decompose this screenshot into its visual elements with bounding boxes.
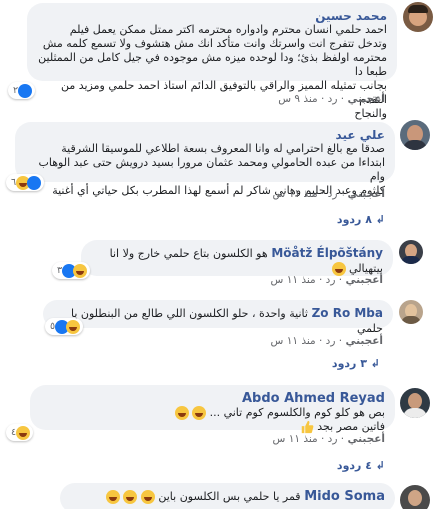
comment-bubble: Zo Ro Mba ثانية واحدة ، حلو الكلسون اللي… — [43, 300, 393, 335]
like-link[interactable]: أعجبني — [345, 274, 383, 286]
laughing-emoji-icon — [140, 490, 155, 504]
view-replies-link[interactable]: ↲ ٤ ردود — [337, 459, 385, 472]
reply-link[interactable]: رد — [328, 93, 338, 105]
avatar[interactable] — [399, 240, 423, 264]
view-replies-link[interactable]: ↲ ٨ ردود — [337, 213, 385, 226]
timestamp[interactable]: منذ ٩ س — [278, 93, 317, 105]
laughing-emoji-icon — [174, 406, 189, 420]
comment-bubble: علي عيد صدقا مع بالغ احترامي له وانا الم… — [15, 122, 395, 197]
reaction-summary[interactable]: ٣ — [52, 262, 91, 279]
laughing-emoji-icon — [123, 490, 138, 504]
comment-author[interactable]: Abdo Ahmed Reyad — [40, 391, 385, 406]
avatar[interactable] — [400, 485, 430, 509]
thumbs-up-emoji-icon — [301, 420, 314, 434]
comment-text: قمر يا حلمي بس الكلسون باين — [105, 490, 301, 504]
avatar[interactable] — [400, 120, 430, 150]
reply-link[interactable]: رد — [326, 274, 336, 286]
like-link[interactable]: أعجبني — [347, 188, 385, 200]
comment-actions: أعجبني · رد · منذ ١١ س — [270, 335, 383, 347]
timestamp[interactable]: منذ ١١ س — [271, 274, 316, 286]
reply-arrow-icon: ↲ — [375, 459, 385, 472]
comment-text: بص هو كلو كوم والكلسوم كوم تاني ... فاتي… — [40, 406, 385, 434]
laughing-emoji-icon — [105, 490, 120, 504]
reply-arrow-icon: ↲ — [370, 357, 380, 370]
comment-author[interactable]: علي عيد — [25, 128, 385, 142]
reaction-summary[interactable]: ٦ — [6, 174, 45, 191]
reaction-summary[interactable]: ٥ — [45, 318, 84, 335]
comment-actions: أعجبني · رد · منذ ١١ س — [270, 274, 383, 286]
reaction-summary[interactable]: ٤ — [6, 424, 34, 441]
haha-reaction-icon — [73, 263, 88, 278]
view-replies-link[interactable]: ↲ ٣ ردود — [332, 357, 380, 370]
reply-link[interactable]: رد — [328, 188, 338, 200]
like-reaction-icon — [18, 83, 33, 98]
reply-arrow-icon: ↲ — [375, 213, 385, 226]
timestamp[interactable]: منذ ١١ س — [271, 335, 316, 347]
reply-link[interactable]: رد — [328, 433, 338, 445]
comment-author[interactable]: Möåtž Élpõštány — [271, 246, 383, 260]
comment-bubble: Möåtž Élpõštány هو الكلسون بتاع حلمي خار… — [81, 240, 393, 276]
timestamp[interactable]: منذ ١١ س — [273, 433, 318, 445]
comment-text: احمد حلمي انسان محترم وادواره محترمه اكت… — [38, 23, 387, 120]
haha-reaction-icon — [66, 319, 81, 334]
laughing-emoji-icon — [192, 406, 207, 420]
avatar[interactable] — [400, 388, 430, 418]
like-reaction-icon — [27, 175, 42, 190]
comment-author[interactable]: Zo Ro Mba — [312, 306, 383, 320]
like-link[interactable]: أعجبني — [347, 93, 385, 105]
avatar[interactable] — [403, 2, 433, 32]
haha-reaction-icon — [16, 425, 31, 440]
reaction-summary[interactable]: ٢ — [8, 82, 36, 99]
avatar[interactable] — [399, 300, 423, 324]
comment-bubble: Abdo Ahmed Reyad بص هو كلو كوم والكلسوم … — [30, 385, 395, 434]
comment-bubble: محمد حسين احمد حلمي انسان محترم وادواره … — [27, 3, 397, 120]
comment-actions: أعجبني · رد · منذ ١١ س — [272, 188, 385, 200]
comment-author[interactable]: محمد حسين — [37, 9, 387, 23]
like-link[interactable]: أعجبني — [345, 335, 383, 347]
timestamp[interactable]: منذ ١١ س — [273, 188, 318, 200]
comment-actions: أعجبني · رد · منذ ٩ س — [278, 93, 385, 105]
comment-author[interactable]: Mido Soma — [304, 489, 385, 504]
reply-link[interactable]: رد — [326, 335, 336, 347]
like-link[interactable]: أعجبني — [347, 433, 385, 445]
comment-bubble: Mido Soma قمر يا حلمي بس الكلسون باين — [60, 483, 395, 509]
comment-actions: أعجبني · رد · منذ ١١ س — [272, 433, 385, 445]
